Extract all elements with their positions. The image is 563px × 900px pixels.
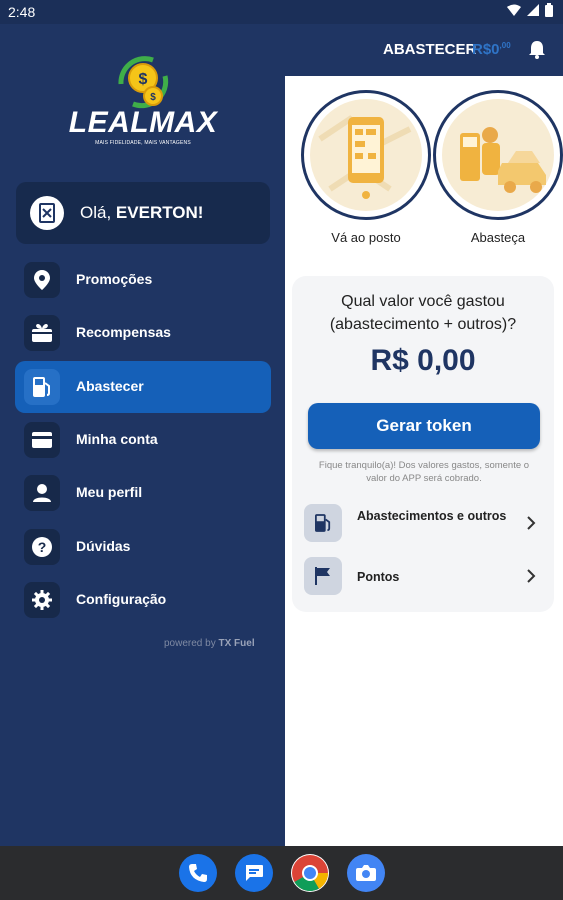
menu-item-label: Dúvidas <box>76 538 131 554</box>
gift-icon <box>24 315 60 351</box>
svg-text:$: $ <box>139 71 148 88</box>
step-circle <box>433 90 563 220</box>
gear-icon <box>24 582 60 618</box>
attendant-car-illustration <box>442 99 554 211</box>
greeting-prefix: Olá, <box>80 203 112 222</box>
menu-item-label: Recompensas <box>76 324 171 340</box>
step-fuel-up: Abasteça <box>433 90 563 250</box>
brand-tagline: MAIS FIDELIDADE, MAIS VANTAGENS <box>95 140 191 146</box>
menu-item-recompensas[interactable]: Recompensas <box>15 307 271 359</box>
step-label: Abasteça <box>470 230 526 245</box>
payment-note: Fique tranquilo(a)! Dos valores gastos, … <box>318 460 530 484</box>
user-greeting-card[interactable]: Olá, EVERTON! <box>16 182 270 244</box>
help-icon: ? <box>24 529 60 565</box>
chrome-icon[interactable] <box>291 854 329 892</box>
signal-icon <box>527 4 539 16</box>
row-label: Abastecimentos e outros <box>357 509 507 523</box>
row-abastecimentos[interactable]: Abastecimentos e outros <box>304 504 542 544</box>
menu-item-duvidas[interactable]: ? Dúvidas <box>15 521 271 573</box>
menu-item-label: Minha conta <box>76 431 158 447</box>
location-pin-icon <box>24 262 60 298</box>
camera-icon[interactable] <box>347 854 385 892</box>
step-go-to-station: Vá ao posto <box>301 90 431 250</box>
powered-brand: TX Fuel <box>218 638 255 649</box>
document-x-icon <box>39 203 55 223</box>
messages-icon[interactable] <box>235 854 273 892</box>
lealmax-logo: $ $ LEALMAX MAIS FIDELIDADE, MAIS VANTAG… <box>68 54 218 154</box>
status-bar: 2:48 <box>0 0 563 24</box>
greeting-text: Olá, EVERTON! <box>80 203 203 223</box>
svg-text:$: $ <box>150 92 156 103</box>
balance-display: R$0,00 <box>472 41 511 58</box>
navigation-drawer: $ $ LEALMAX MAIS FIDELIDADE, MAIS VANTAG… <box>0 24 285 846</box>
brand-name: LEALMAX <box>68 106 218 139</box>
status-time: 2:48 <box>8 4 36 20</box>
person-icon <box>24 475 60 511</box>
amount-question: Qual valor você gastou (abastecimento + … <box>329 293 517 333</box>
menu-item-label: Abastecer <box>76 378 144 394</box>
bell-icon[interactable] <box>527 39 547 59</box>
menu-item-label: Promoções <box>76 271 153 287</box>
menu-item-meu-perfil[interactable]: Meu perfil <box>15 467 271 519</box>
coins-icon: $ $ <box>118 56 169 109</box>
menu-item-label: Meu perfil <box>76 484 143 500</box>
menu-item-abastecer[interactable]: Abastecer <box>15 361 271 413</box>
token-card: Qual valor você gastou (abastecimento + … <box>292 276 554 612</box>
main-content: Vá ao posto Abasteça Qual valor você gas… <box>285 76 563 846</box>
phone-icon[interactable] <box>179 854 217 892</box>
powered-by: powered by TX Fuel <box>164 638 255 649</box>
step-label: Vá ao posto <box>331 230 401 245</box>
menu-item-promocoes[interactable]: Promoções <box>15 254 271 306</box>
fuel-pump-icon <box>304 504 342 542</box>
menu-item-label: Configuração <box>76 591 167 607</box>
amount-value[interactable]: R$ 0,00 <box>292 344 554 378</box>
avatar <box>30 196 64 230</box>
page-title: ABASTECER <box>383 41 477 58</box>
balance-value: R$0 <box>472 41 500 58</box>
row-label: Pontos <box>357 570 400 584</box>
balance-cents: ,00 <box>499 41 511 50</box>
fuel-pump-icon <box>24 369 60 405</box>
chevron-right-icon <box>527 569 536 583</box>
user-name: EVERTON! <box>115 203 204 222</box>
wallet-icon <box>24 422 60 458</box>
row-pontos[interactable]: Pontos <box>304 557 542 597</box>
menu-item-configuracao[interactable]: Configuração <box>15 574 271 626</box>
phone-map-illustration <box>310 99 422 211</box>
chevron-right-icon <box>527 516 536 530</box>
generate-token-button[interactable]: Gerar token <box>308 403 540 449</box>
powered-prefix: powered by <box>164 638 216 649</box>
step-circle <box>301 90 431 220</box>
status-icons <box>507 3 553 17</box>
svg-text:?: ? <box>38 539 47 555</box>
battery-icon <box>545 3 553 17</box>
menu-item-minha-conta[interactable]: Minha conta <box>15 414 271 466</box>
wifi-icon <box>507 4 521 16</box>
system-dock <box>0 846 563 900</box>
flag-icon <box>304 557 342 595</box>
